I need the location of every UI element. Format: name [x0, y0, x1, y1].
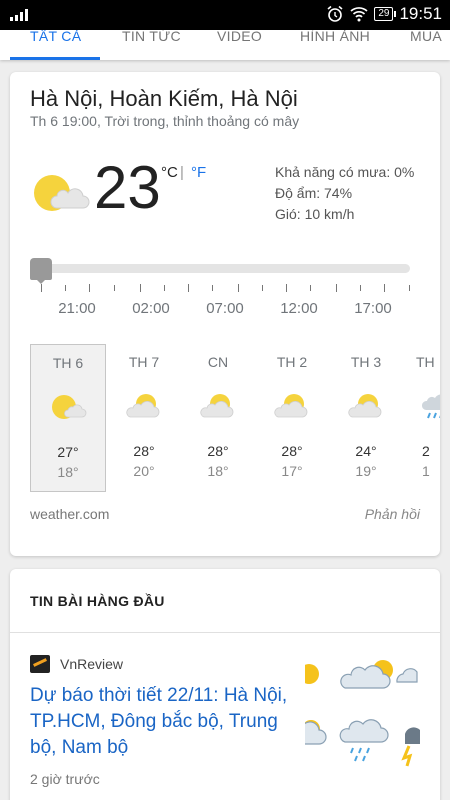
day-high: 2 — [422, 443, 430, 459]
hour-label: 07:00 — [206, 300, 244, 317]
forecast-day[interactable]: TH 3 24° 19° — [328, 344, 404, 492]
tab-images[interactable]: HÌNH ẢNH — [300, 30, 370, 44]
weather-card: Hà Nội, Hoàn Kiếm, Hà Nội Th 6 19:00, Tr… — [10, 72, 440, 556]
slider-tick — [384, 284, 385, 292]
section-heading: TIN BÀI HÀNG ĐẦU — [30, 593, 165, 609]
sun-cloud-icon — [52, 395, 87, 419]
forecast-day[interactable]: CN 28° 18° — [180, 344, 256, 492]
unit-celsius[interactable]: °C — [161, 164, 178, 181]
top-news-card: TIN BÀI HÀNG ĐẦU VnReview Dự báo thời ti… — [10, 569, 440, 800]
partly-cloudy-icon — [126, 394, 160, 418]
day-low: 1 — [422, 463, 430, 479]
day-name: TH 2 — [276, 354, 308, 370]
slider-tick — [41, 284, 42, 292]
sun-cloud-icon — [34, 175, 90, 211]
unit-fahrenheit[interactable]: °F — [191, 164, 206, 181]
wifi-icon — [350, 7, 368, 22]
day-low: 17° — [281, 463, 303, 479]
forecast-day[interactable]: TH 6 27° 18° — [30, 344, 106, 492]
status-time: 19:51 — [399, 4, 442, 23]
hour-label: 21:00 — [58, 300, 96, 317]
slider-tick — [360, 285, 361, 291]
slider-tick — [262, 285, 263, 291]
slider-tick — [238, 284, 239, 292]
battery-icon: 29 — [374, 7, 397, 21]
day-name: TH — [416, 354, 435, 370]
day-low: 18° — [57, 464, 79, 480]
slider-tick — [65, 285, 66, 291]
tab-shopping[interactable]: MUA — [410, 30, 442, 44]
slider-tick — [336, 284, 337, 292]
feedback-link[interactable]: Phản hồi — [365, 506, 420, 522]
hour-label: 02:00 — [132, 300, 170, 317]
hour-slider-handle[interactable] — [30, 258, 52, 284]
day-name: TH 6 — [52, 355, 84, 371]
status-bar: 29 19:51 — [0, 0, 450, 30]
day-low: 19° — [355, 463, 377, 479]
slider-tick — [212, 285, 213, 291]
day-name: TH 7 — [128, 354, 160, 370]
partly-cloudy-icon — [200, 394, 234, 418]
partly-cloudy-icon — [348, 394, 382, 418]
day-name: CN — [207, 354, 229, 370]
slider-tick — [188, 284, 189, 292]
day-low: 20° — [133, 463, 155, 479]
humidity: Độ ẩm: 74% — [275, 185, 353, 201]
current-temperature: 23 — [94, 154, 161, 221]
weather-location: Hà Nội, Hoàn Kiếm, Hà Nội — [30, 86, 298, 111]
tab-all[interactable]: TẤT CẢ — [30, 30, 81, 44]
slider-tick — [409, 285, 410, 291]
forecast-day[interactable]: TH 7 28° 20° — [106, 344, 182, 492]
day-high: 24° — [355, 443, 377, 459]
forecast-day[interactable]: TH 2 1 — [402, 344, 440, 492]
day-high: 27° — [57, 444, 79, 460]
weather-subtitle: Th 6 19:00, Trời trong, thỉnh thoảng có … — [30, 113, 300, 129]
slider-tick — [286, 284, 287, 292]
weather-source-link[interactable]: weather.com — [30, 506, 109, 522]
search-tabs: TẤT CẢ TIN TỨC VIDEO HÌNH ẢNH MUA — [0, 30, 450, 60]
news-timestamp: 2 giờ trước — [30, 771, 100, 787]
slider-tick — [310, 285, 311, 291]
day-name: TH 3 — [350, 354, 382, 370]
hour-label: 17:00 — [354, 300, 392, 317]
forecast-day[interactable]: TH 2 28° 17° — [254, 344, 330, 492]
unit-separator: | — [180, 164, 184, 181]
tab-news[interactable]: TIN TỨC — [122, 30, 181, 44]
publisher-name: VnReview — [60, 656, 124, 672]
day-high: 28° — [133, 443, 155, 459]
slider-tick — [89, 284, 90, 292]
hour-label: 12:00 — [280, 300, 318, 317]
news-headline-link[interactable]: Dự báo thời tiết 22/11: Hà Nội, TP.HCM, … — [30, 683, 298, 761]
slider-tick — [114, 285, 115, 291]
active-tab-indicator — [10, 57, 100, 60]
hour-slider-track[interactable] — [32, 264, 410, 273]
publisher-logo — [30, 655, 50, 673]
tab-video[interactable]: VIDEO — [217, 30, 262, 44]
rain-icon — [422, 394, 440, 419]
slider-tick — [164, 285, 165, 291]
divider — [10, 632, 440, 633]
day-high: 28° — [207, 443, 229, 459]
signal-icon — [10, 9, 28, 21]
partly-cloudy-icon — [274, 394, 308, 418]
day-low: 18° — [207, 463, 229, 479]
day-high: 28° — [281, 443, 303, 459]
news-thumbnail[interactable] — [305, 654, 420, 769]
slider-tick — [140, 284, 141, 292]
wind: Gió: 10 km/h — [275, 206, 355, 222]
alarm-icon — [327, 5, 343, 22]
rain-chance: Khả năng có mưa: 0% — [275, 164, 415, 180]
